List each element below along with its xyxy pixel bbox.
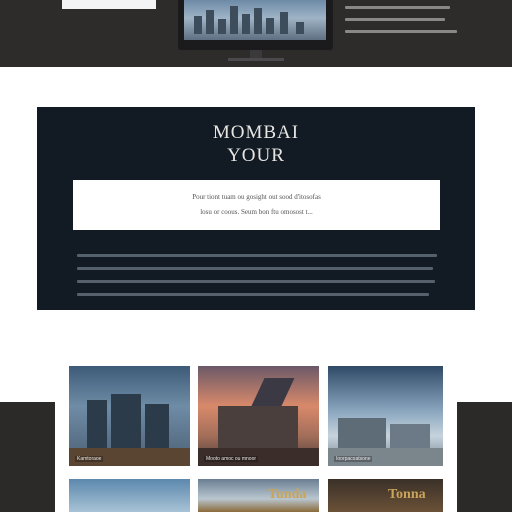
hero-title-line1: MOMBAI xyxy=(212,122,300,143)
card-caption: Kamtoraoe xyxy=(75,456,104,462)
card-caption: Mooto amoc ou mnoor xyxy=(204,456,259,462)
card-image xyxy=(69,479,190,512)
hero-title-line2: YOUR xyxy=(227,145,285,166)
right-dark-panel xyxy=(457,402,512,512)
hero-body-text xyxy=(77,254,437,306)
gallery-card[interactable]: Mooto amoc ou mnoor xyxy=(198,366,319,466)
hero-box-line2: losu or coous. Seum bon ftu omosost t... xyxy=(200,208,313,216)
gallery-card[interactable] xyxy=(69,479,190,512)
monitor-screen-image xyxy=(184,0,326,40)
header-button[interactable] xyxy=(62,0,156,9)
monitor-mockup xyxy=(178,0,333,50)
card-title: Tunda xyxy=(268,487,307,502)
hero-section: MOMBAI YOUR Pour tiont tuam ou gosight o… xyxy=(37,107,475,310)
left-dark-panel xyxy=(0,402,55,512)
card-title: Tonna xyxy=(388,487,426,502)
card-caption: Ioorpacoatsone xyxy=(334,456,373,462)
gallery-card[interactable]: Tonna xyxy=(328,479,443,512)
card-image xyxy=(328,479,443,512)
hero-title: MOMBAI YOUR xyxy=(37,121,475,167)
header-text-block xyxy=(345,6,465,42)
monitor-base xyxy=(228,58,284,61)
hero-box-line1: Pour tiont tuam ou gosight out sood d'it… xyxy=(192,193,321,201)
hero-text-box: Pour tiont tuam ou gosight out sood d'it… xyxy=(73,180,440,230)
gallery-card[interactable]: Kamtoraoe xyxy=(69,366,190,466)
gallery-card[interactable]: Tunda xyxy=(198,479,319,512)
monitor-stand xyxy=(250,50,262,58)
gallery-card[interactable]: Ioorpacoatsone xyxy=(328,366,443,466)
